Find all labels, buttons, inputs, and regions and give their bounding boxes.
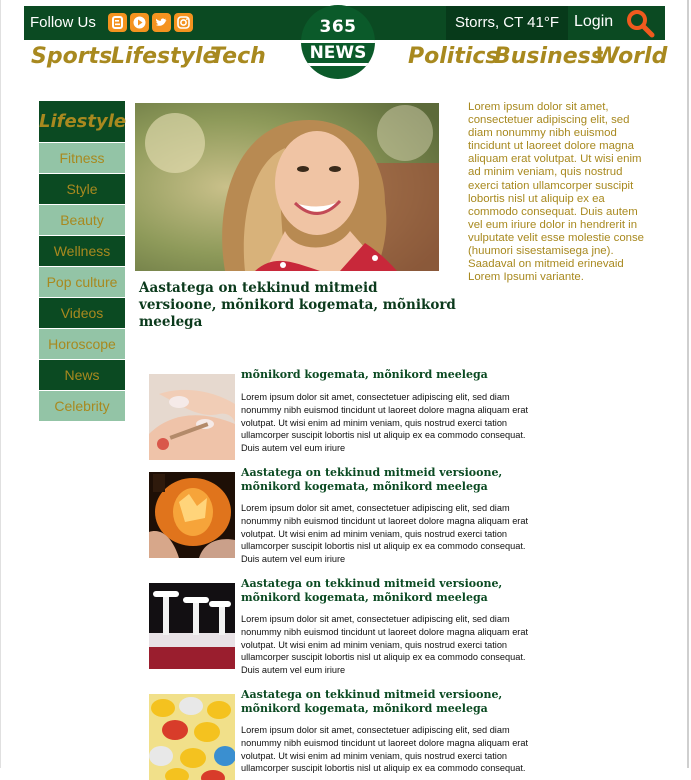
sidebar-item-news[interactable]: News xyxy=(39,360,125,391)
sidebar: Lifestyle Fitness Style Beauty Wellness … xyxy=(39,101,126,422)
nav-lifestyle[interactable]: Lifestyle xyxy=(111,44,217,69)
hero-image[interactable] xyxy=(135,103,439,271)
article-excerpt: Lorem ipsum dolor sit amet, consectetuer… xyxy=(241,392,529,454)
article-excerpt: Lorem ipsum dolor sit amet, consectetuer… xyxy=(241,503,529,565)
article-title[interactable]: Aastatega on tekkinud mitmeid versioone,… xyxy=(241,466,541,493)
article-thumbnail[interactable] xyxy=(149,583,235,669)
sidebar-item-horoscope[interactable]: Horoscope xyxy=(39,329,125,360)
nav-politics[interactable]: Politics xyxy=(408,44,499,69)
follow-us-label: Follow Us xyxy=(30,14,96,31)
search-button[interactable] xyxy=(622,6,658,40)
sidebar-item-celebrity[interactable]: Celebrity xyxy=(39,391,125,422)
nav-tech[interactable]: Tech xyxy=(210,44,266,69)
logo-number: 365 xyxy=(319,17,357,37)
instagram-icon[interactable] xyxy=(174,13,193,32)
hero-lead-text: Lorem ipsum dolor sit amet, consectetuer… xyxy=(468,101,645,284)
sidebar-item-fitness[interactable]: Fitness xyxy=(39,143,125,174)
youtube-icon[interactable] xyxy=(130,13,149,32)
site-logo[interactable]: 365 NEWS xyxy=(301,5,375,79)
article-excerpt: Lorem ipsum dolor sit amet, consectetuer… xyxy=(241,614,529,676)
sidebar-item-videos[interactable]: Videos xyxy=(39,298,125,329)
nav-business[interactable]: Business xyxy=(494,44,604,69)
hero-headline[interactable]: Aastatega on tekkinud mitmeid versioone,… xyxy=(139,280,459,331)
search-icon xyxy=(627,10,655,38)
login-link[interactable]: Login xyxy=(574,6,614,40)
article-thumbnail[interactable] xyxy=(149,472,235,558)
logo-word: NEWS xyxy=(309,43,367,63)
sidebar-heading: Lifestyle xyxy=(39,101,126,143)
sidebar-item-beauty[interactable]: Beauty xyxy=(39,205,125,236)
article-thumbnail[interactable] xyxy=(149,694,235,780)
article-title[interactable]: mõnikord kogemata, mõnikord meelega xyxy=(241,368,541,382)
logo-stripe xyxy=(301,63,375,66)
sidebar-item-pop-culture[interactable]: Pop culture xyxy=(39,267,125,298)
nav-sports[interactable]: Sports xyxy=(31,44,112,69)
blogger-icon[interactable] xyxy=(108,13,127,32)
sidebar-item-wellness[interactable]: Wellness xyxy=(39,236,125,267)
article-title[interactable]: Aastatega on tekkinud mitmeid versioone,… xyxy=(241,577,541,604)
article-thumbnail[interactable] xyxy=(149,374,235,460)
sidebar-item-style[interactable]: Style xyxy=(39,174,125,205)
nav-world[interactable]: World xyxy=(595,44,667,69)
article-title[interactable]: Aastatega on tekkinud mitmeid versioone,… xyxy=(241,688,541,715)
weather-display: Storrs, CT 41°F xyxy=(446,6,568,40)
twitter-icon[interactable] xyxy=(152,13,171,32)
